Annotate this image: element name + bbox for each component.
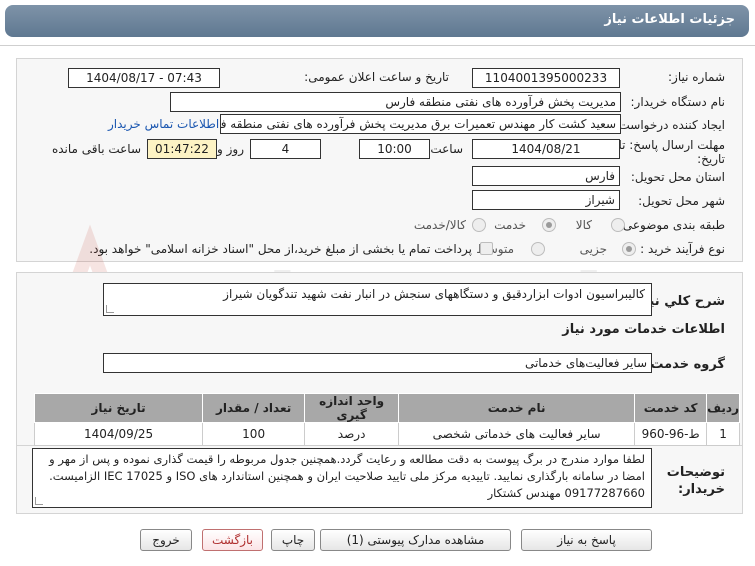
- col-quantity: تعداد / مقدار: [202, 393, 306, 423]
- treasury-payment-checkbox[interactable]: [480, 242, 493, 255]
- services-table-header: ردیف کد خدمت نام خدمت واحد اندازه گیری ت…: [33, 393, 740, 423]
- col-name: نام خدمت: [398, 393, 636, 423]
- need-summary-text: کالیبراسیون ادوات ابزاردقیق و دستگاههای …: [223, 287, 645, 301]
- need-number-label: شماره نیاز:: [668, 70, 725, 84]
- buyer-notes-field: لطفا موارد مندرج در برگ پیوست به دقت مطا…: [32, 448, 652, 508]
- remaining-time-label: ساعت باقی مانده: [51, 142, 141, 156]
- remaining-days-label: روز و: [217, 142, 244, 156]
- exit-button[interactable]: خروج: [140, 529, 192, 551]
- service-group-label: گروه خدمت:: [645, 357, 725, 372]
- province-label: استان محل تحویل:: [630, 170, 725, 184]
- buyer-notes-line-1: لطفا موارد مندرج در برگ پیوست به دقت مطا…: [49, 452, 645, 466]
- city-field: شیراز: [472, 190, 620, 210]
- col-code: کد خدمت: [634, 393, 708, 423]
- deadline-time-label: ساعت: [430, 142, 463, 156]
- creator-field: سعید کشت کار مهندس تعمیرات برق مدیریت پخ…: [220, 114, 621, 134]
- buyer-contact-link[interactable]: اطلاعات تماس خریدار: [108, 117, 219, 131]
- table-row: 1 ط-96-960 سایر فعالیت های خدماتی شخصی د…: [33, 422, 740, 446]
- resize-handle-icon[interactable]: [35, 497, 43, 505]
- back-button[interactable]: بازگشت: [202, 529, 263, 551]
- deadline-label: مهلت ارسال پاسخ: تا: [618, 138, 725, 152]
- category-goods-service-label: کالا/خدمت: [413, 218, 466, 232]
- need-summary-field: کالیبراسیون ادوات ابزاردقیق و دستگاههای …: [103, 283, 652, 316]
- category-goods-label: کالا: [575, 218, 592, 232]
- service-name: سایر فعالیت های خدماتی شخصی: [398, 422, 636, 446]
- city-label: شهر محل تحویل:: [638, 194, 725, 208]
- service-group-field: سایر فعالیت‌های خدماتی: [103, 353, 652, 373]
- category-radio-goods-service[interactable]: [472, 218, 486, 232]
- category-radio-service[interactable]: [542, 218, 556, 232]
- buyer-notes-line-2: امضا در سامانه بارگذاری نمایید. تاییدیه …: [49, 469, 645, 483]
- print-button[interactable]: چاپ: [271, 529, 315, 551]
- col-unit: واحد اندازه گیری: [304, 393, 400, 423]
- process-minor-label: جزیی: [579, 242, 607, 256]
- category-label: طبقه بندی موضوعی:: [618, 218, 725, 232]
- buyer-org-label: نام دستگاه خریدار:: [630, 95, 726, 109]
- deadline-label-2: تاریخ:: [697, 152, 725, 166]
- buyer-notes-line-3: 09177287660 مهندس کشتکار: [487, 486, 645, 500]
- announce-date-field: 1404/08/17 - 07:43: [68, 68, 220, 88]
- need-date: 1404/09/25: [33, 422, 204, 446]
- services-table: ردیف کد خدمت نام خدمت واحد اندازه گیری ت…: [33, 393, 740, 446]
- announce-date-label: تاریخ و ساعت اعلان عمومی:: [304, 70, 449, 84]
- col-row: ردیف: [706, 393, 740, 423]
- buyer-notes-label-2: خریدار:: [678, 482, 725, 497]
- deadline-time-field: 10:00: [359, 139, 430, 159]
- category-service-label: خدمت: [494, 218, 526, 232]
- measure-unit: درصد: [304, 422, 400, 446]
- category-radio-goods[interactable]: [611, 218, 625, 232]
- buyer-notes-label: توضیحات: [666, 465, 725, 480]
- province-field: فارس: [472, 166, 620, 186]
- attachments-button[interactable]: مشاهده مدارک پیوستی (1): [320, 529, 511, 551]
- creator-label: ایجاد کننده درخواست:: [614, 118, 725, 132]
- reply-button[interactable]: پاسخ به نیاز: [521, 529, 652, 551]
- need-number-field: 1104001395000233: [472, 68, 620, 88]
- quantity: 100: [202, 422, 306, 446]
- process-radio-minor[interactable]: [622, 242, 636, 256]
- col-need-date: تاریخ نیاز: [33, 393, 204, 423]
- remaining-time-field: 01:47:22: [147, 139, 217, 159]
- row-number: 1: [706, 422, 740, 446]
- title-bar: جزئیات اطلاعات نیاز: [0, 0, 755, 46]
- buyer-org-field: مدیریت پخش فرآورده های نفتی منطقه فارس: [170, 92, 621, 112]
- process-label: نوع فرآیند خرید :: [640, 242, 725, 256]
- resize-handle-icon[interactable]: [106, 305, 114, 313]
- services-section-title: اطلاعات خدمات مورد نیاز: [562, 322, 725, 337]
- page-title: جزئیات اطلاعات نیاز: [5, 5, 749, 37]
- service-code: ط-96-960: [634, 422, 708, 446]
- treasury-payment-note: پرداخت تمام یا بخشی از مبلغ خرید،از محل …: [89, 242, 472, 256]
- remaining-days-field: 4: [250, 139, 321, 159]
- process-radio-medium[interactable]: [531, 242, 545, 256]
- deadline-date-field: 1404/08/21: [472, 139, 620, 159]
